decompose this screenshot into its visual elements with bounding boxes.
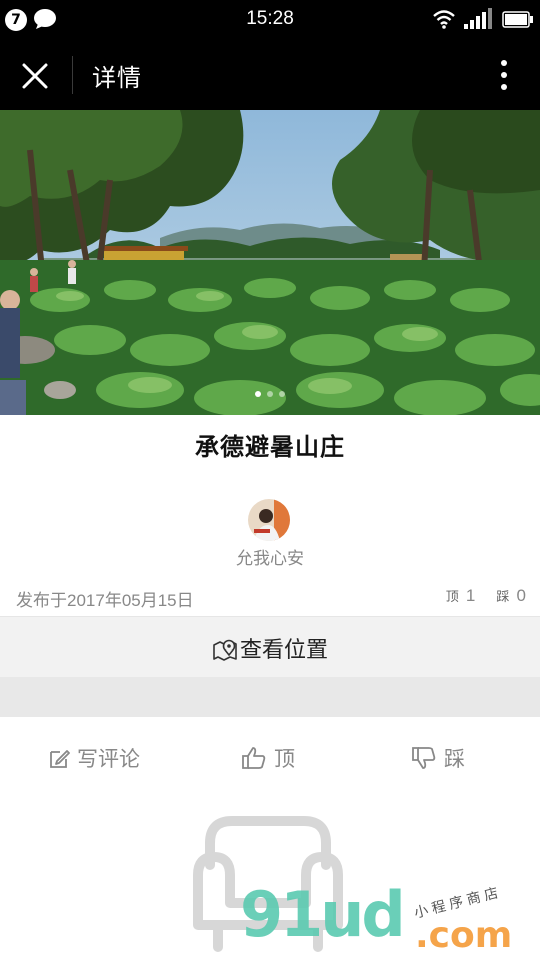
down-stat: 踩 0 xyxy=(496,586,526,605)
nav-bar: 详情 xyxy=(0,40,540,110)
map-pin-icon xyxy=(213,639,237,661)
post-title: 承德避暑山庄 xyxy=(195,433,345,461)
section-divider xyxy=(0,677,540,717)
down-count: 0 xyxy=(516,586,526,605)
more-icon[interactable] xyxy=(496,58,512,92)
carousel-dot[interactable] xyxy=(255,391,261,397)
carousel-dot[interactable] xyxy=(279,391,285,397)
vote-stats: 顶 1 踩 0 xyxy=(430,586,526,606)
downvote-button[interactable]: 踩 xyxy=(411,743,465,773)
up-count: 1 xyxy=(465,586,476,605)
edit-icon xyxy=(50,750,70,768)
avatar[interactable] xyxy=(248,499,290,541)
watermark-brand: 91ud xyxy=(240,878,406,951)
battery-icon xyxy=(502,11,533,28)
thumbs-up-icon xyxy=(242,747,266,769)
write-comment-button[interactable]: 写评论 xyxy=(48,743,140,773)
view-location-content: 查看位置 xyxy=(0,632,540,664)
upvote-label: 顶 xyxy=(274,747,295,771)
hero-photo[interactable] xyxy=(0,110,540,415)
page-title: 详情 xyxy=(92,64,142,92)
signal-icon xyxy=(464,8,492,29)
lotus-pond-photo xyxy=(0,110,540,415)
down-stat-icon: 踩 xyxy=(496,590,510,605)
watermark-domain: .com xyxy=(415,915,513,956)
carousel-dot[interactable] xyxy=(267,391,273,397)
upvote-button[interactable]: 顶 xyxy=(241,743,295,773)
write-comment-label: 写评论 xyxy=(77,747,140,771)
view-location-button[interactable]: 查看位置 xyxy=(0,616,540,678)
avatar-photo xyxy=(248,499,290,541)
status-bar: 7 15:28 xyxy=(0,0,540,40)
author-name[interactable]: 允我心安 xyxy=(0,544,540,569)
close-icon[interactable] xyxy=(20,61,50,91)
downvote-label: 踩 xyxy=(444,747,465,771)
post-meta: 发布于2017年05月15日 顶 1 踩 0 xyxy=(16,584,526,610)
action-bar: 写评论 顶 踩 xyxy=(0,718,540,798)
thumbs-down-icon xyxy=(412,747,436,769)
carousel-dots[interactable] xyxy=(0,382,540,401)
view-location-label: 查看位置 xyxy=(239,638,328,663)
clock: 15:28 xyxy=(246,8,294,29)
nav-divider xyxy=(72,56,73,94)
wifi-icon xyxy=(433,10,455,29)
up-stat-icon: 顶 xyxy=(445,590,459,605)
publish-date: 发布于2017年05月15日 xyxy=(16,591,194,610)
up-stat: 顶 1 xyxy=(446,586,481,605)
watermark-logo: 91ud .com 小程序商店 xyxy=(238,880,538,960)
